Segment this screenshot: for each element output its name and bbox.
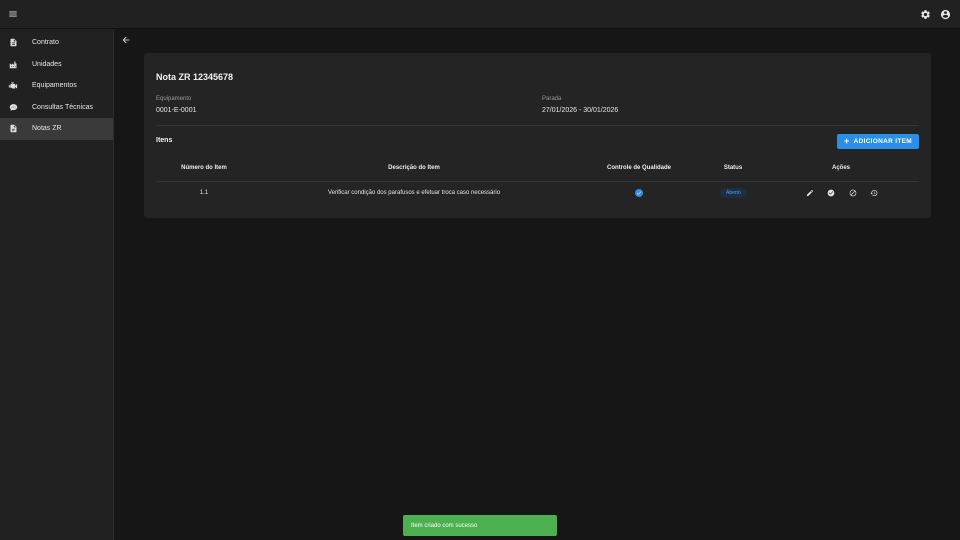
page-title: Nota ZR 12345678 (156, 72, 234, 82)
plus-icon: + (844, 136, 850, 146)
block-icon[interactable] (848, 188, 858, 198)
check-circle-icon (635, 189, 643, 197)
note-card: Nota ZR 12345678 Equipamento 0001-E-0001… (144, 53, 931, 218)
column-header-actions: Ações (831, 165, 851, 171)
sidebar-item-label: Notas ZR (32, 125, 62, 133)
document-icon (8, 38, 18, 48)
pencil-icon[interactable] (805, 188, 815, 198)
table-header-divider (156, 181, 919, 182)
add-item-button[interactable]: + ADICIONAR ITEM (837, 134, 919, 149)
engine-icon (8, 81, 18, 91)
factory-icon (8, 59, 18, 69)
menu-icon[interactable] (8, 9, 18, 19)
sidebar-item-notas-zr[interactable]: Notas ZR (0, 118, 113, 140)
sidebar: Contrato Unidades Equipamentos Consultas… (0, 29, 114, 540)
equipment-value: 0001-E-0001 (156, 107, 197, 114)
sidebar-item-consultas-tecnicas[interactable]: Consultas Técnicas (0, 97, 113, 119)
column-header-quality[interactable]: Controle de Qualidade (607, 165, 671, 171)
sidebar-item-label: Consultas Técnicas (32, 103, 93, 111)
add-item-label: ADICIONAR ITEM (853, 138, 912, 145)
items-section-title: Itens (156, 137, 173, 144)
check-circle-icon[interactable] (826, 188, 836, 198)
snackbar-message: Item criado com sucesso (411, 522, 478, 529)
item-number: 1.1 (199, 190, 209, 196)
gear-icon[interactable] (920, 9, 931, 20)
sidebar-item-label: Contrato (32, 39, 59, 47)
top-app-bar (0, 0, 960, 29)
divider (156, 125, 919, 126)
note-icon (8, 124, 18, 134)
column-header-description[interactable]: Descrição do Item (388, 165, 440, 171)
stop-label: Parada (542, 96, 562, 102)
arrow-back-icon[interactable] (120, 34, 132, 46)
sidebar-item-label: Unidades (32, 60, 62, 68)
sidebar-item-unidades[interactable]: Unidades (0, 54, 113, 76)
stop-value: 27/01/2026 - 30/01/2026 (542, 107, 619, 114)
column-header-number[interactable]: Número do Item (181, 165, 227, 171)
sidebar-item-equipamentos[interactable]: Equipamentos (0, 75, 113, 97)
chat-bubble-icon (8, 102, 18, 112)
item-description: Verificar condição dos parafusos e efetu… (327, 190, 501, 196)
history-icon[interactable] (869, 188, 879, 198)
account-circle-icon[interactable] (940, 9, 951, 20)
main-content: Nota ZR 12345678 Equipamento 0001-E-0001… (115, 29, 960, 540)
sidebar-item-contrato[interactable]: Contrato (0, 32, 113, 54)
status-badge: Aberto (720, 188, 747, 198)
column-header-status[interactable]: Status (724, 165, 742, 171)
equipment-label: Equipamento (156, 96, 192, 102)
sidebar-item-label: Equipamentos (32, 82, 77, 90)
snackbar-success: Item criado com sucesso (403, 515, 557, 536)
